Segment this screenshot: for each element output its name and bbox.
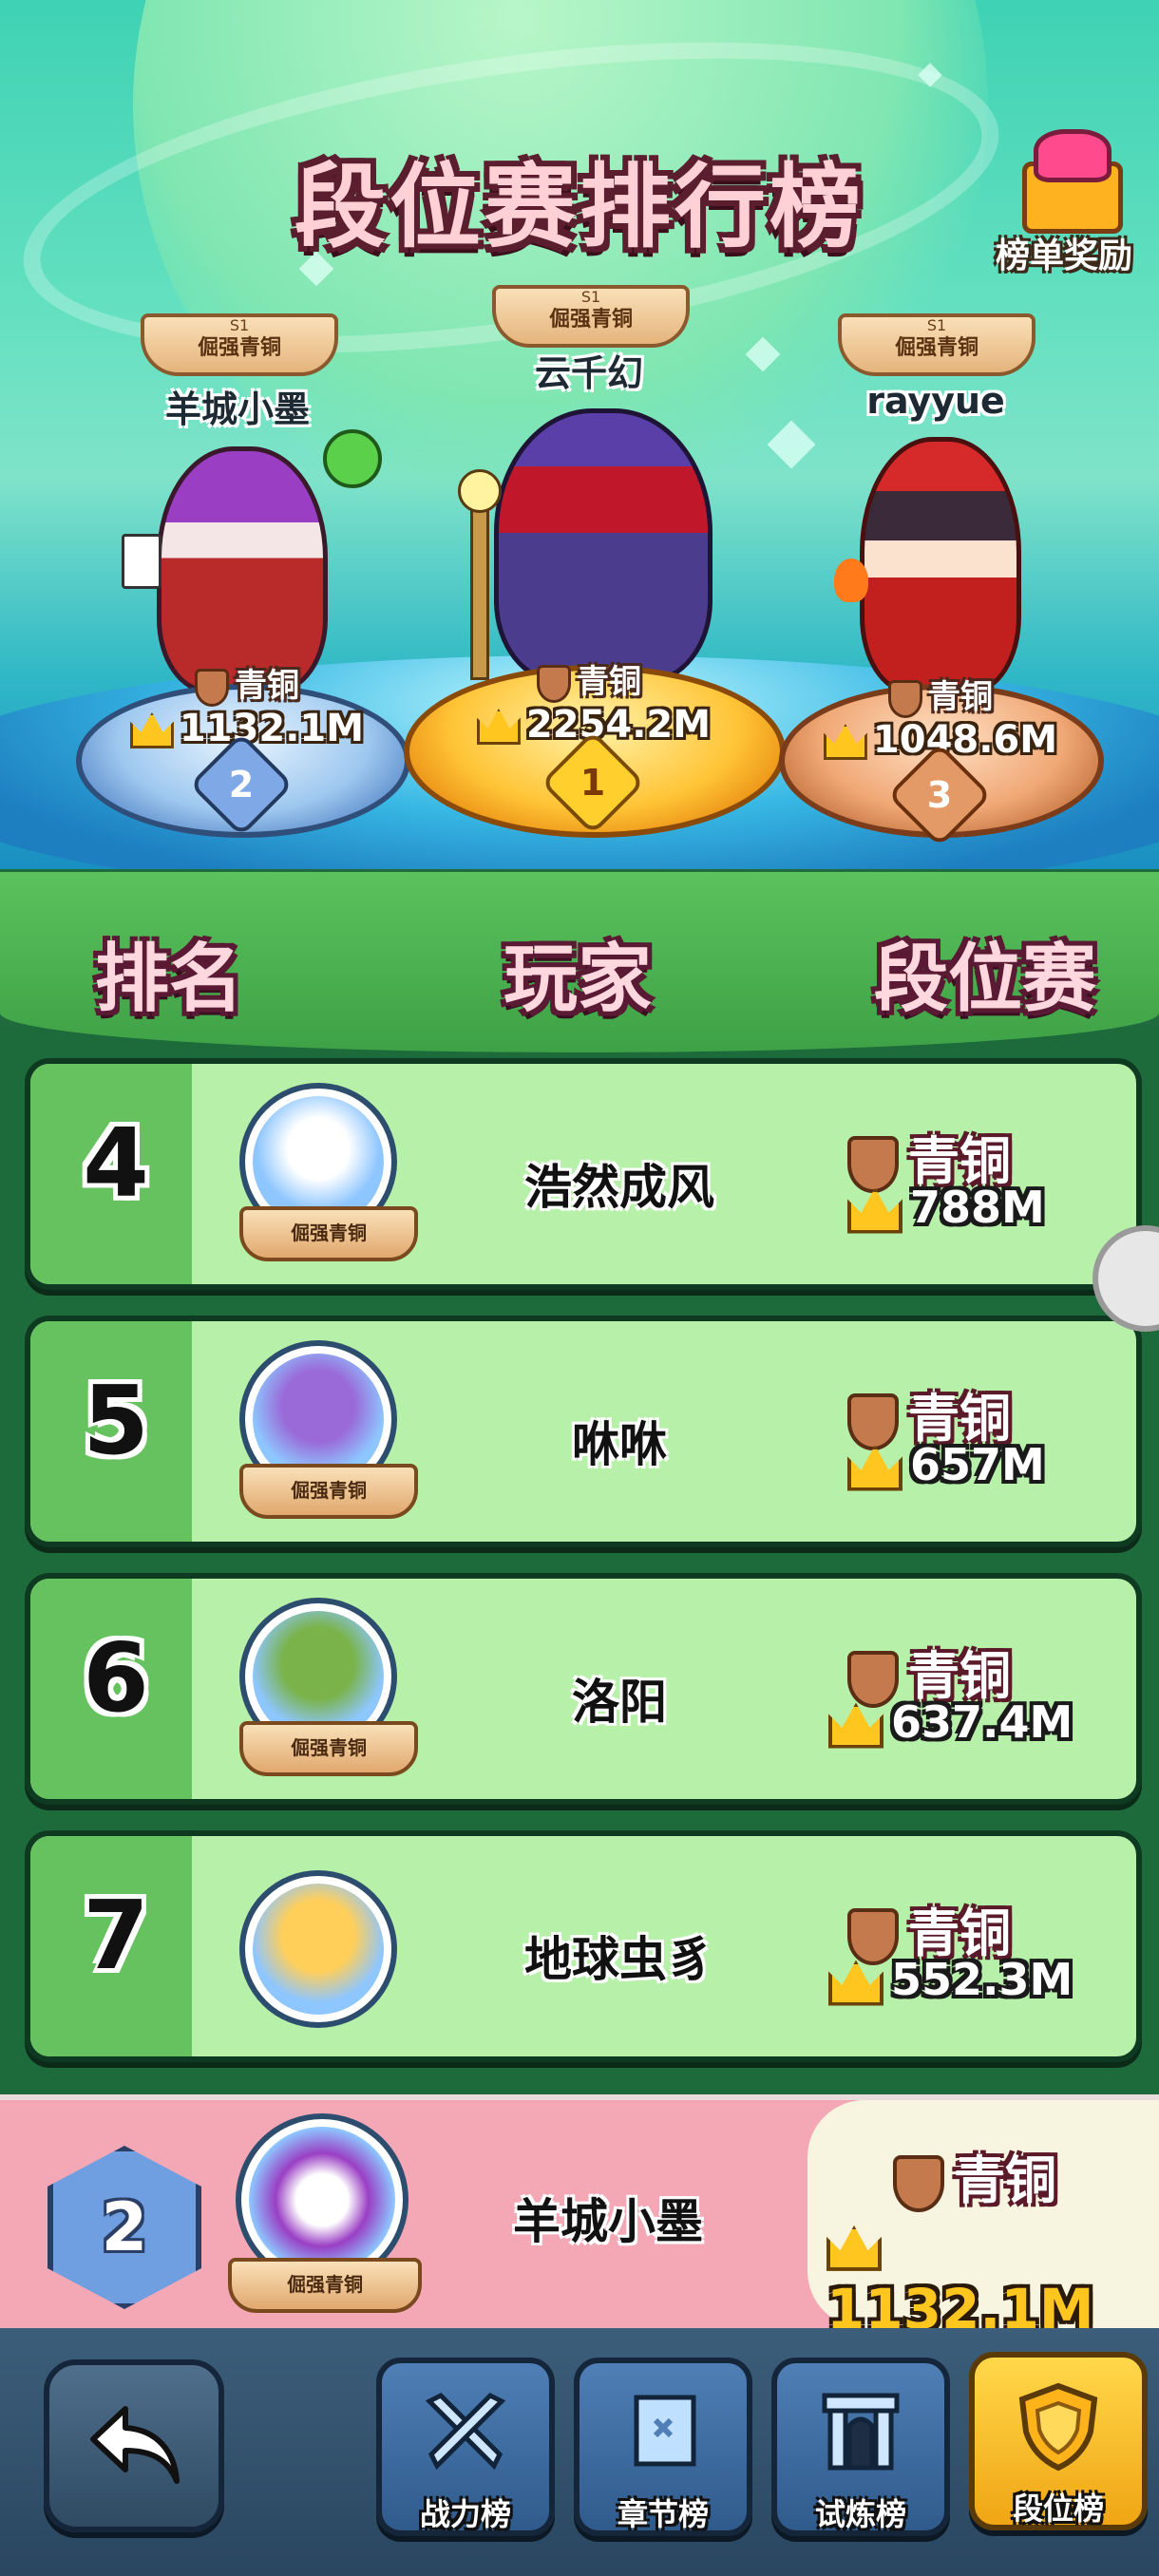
my-tier-badge: 倔强青铜: [228, 2258, 422, 2313]
tier-badge: 倔强青铜: [239, 1721, 418, 1776]
power-crown-icon: [828, 1960, 884, 2006]
back-button[interactable]: [44, 2359, 224, 2532]
tier-badge: 倔强青铜: [239, 1206, 418, 1261]
tier-title: 倔强青铜: [548, 308, 633, 331]
row-player-name: 咻咻: [572, 1417, 667, 1472]
column-header: 排名 玩家 段位赛: [0, 872, 1159, 1052]
power-crown-icon: [826, 2225, 882, 2271]
rank-reward-button[interactable]: [1005, 123, 1129, 234]
power-crown-icon: [129, 712, 174, 748]
friend-added-icon: [323, 429, 382, 488]
scroll-map-icon: [634, 2395, 696, 2467]
table-row[interactable]: 4 倔强青铜 浩然成风 青铜 788M: [25, 1058, 1142, 1290]
table-row[interactable]: 7 地球虫豸 青铜 552.3M: [25, 1830, 1142, 2062]
podium-2-name: 羊城小墨: [164, 388, 310, 430]
podium-1-tier: 青铜: [504, 655, 674, 703]
my-tier: 青铜: [893, 2138, 1159, 2213]
back-arrow-icon: [90, 2406, 180, 2484]
podium-3-tier: 青铜: [855, 671, 1026, 718]
season-label: S1: [926, 316, 947, 334]
bronze-shield-icon: [888, 679, 922, 718]
tab-label: 战力榜: [419, 2496, 511, 2532]
shield-icon: [1018, 2382, 1098, 2472]
bronze-shield-icon: [893, 2155, 944, 2213]
tab-chapter-ranking[interactable]: 章节榜: [574, 2358, 752, 2536]
power-crown-icon: [476, 709, 521, 745]
power-crown-icon: [823, 724, 867, 760]
season-label: S1: [580, 288, 601, 306]
tab-label: 章节榜: [617, 2496, 709, 2532]
podium-3-tier-banner: S1 倔强青铜: [838, 313, 1036, 376]
staff-orb-icon: [458, 469, 502, 513]
row-power: 637.4M: [828, 1696, 1113, 1749]
gate-icon: [822, 2393, 900, 2471]
row-player-name: 浩然成风: [524, 1160, 714, 1215]
tier-title: 倔强青铜: [197, 336, 281, 360]
column-tier: 段位赛: [874, 937, 1097, 1022]
podium-2-character[interactable]: [157, 446, 328, 693]
row-power: 788M: [847, 1182, 1132, 1234]
tab-tier-ranking[interactable]: 段位榜: [969, 2352, 1148, 2530]
row-rank: 7: [83, 1880, 149, 1991]
my-rank-badge: 2: [48, 2146, 201, 2309]
tab-label: 试炼榜: [814, 2496, 906, 2532]
podium-area: 段位赛排行榜 榜单奖励 S1 倔强青铜 羊城小墨 青铜 1132.1M 2 S1…: [0, 0, 1159, 869]
column-player: 玩家: [504, 937, 653, 1022]
row-rank: 4: [83, 1108, 149, 1219]
podium-3-name: rayyue: [866, 380, 1005, 422]
my-power: 1132.1M: [826, 2212, 1150, 2328]
season-label: S1: [229, 316, 250, 334]
power-crown-icon: [847, 1187, 902, 1234]
tier-badge: 倔强青铜: [239, 1464, 418, 1519]
row-player-name: 地球虫豸: [524, 1932, 714, 1987]
crossed-swords-icon: [425, 2392, 506, 2471]
my-player-name: 羊城小墨: [513, 2194, 703, 2249]
podium-1-tier-banner: S1 倔强青铜: [492, 285, 690, 348]
row-power: 657M: [847, 1439, 1132, 1491]
podium-2-tier: 青铜: [162, 659, 332, 707]
power-crown-icon: [847, 1445, 902, 1491]
tab-label: 段位榜: [1012, 2491, 1104, 2527]
gift-bow-icon: [1034, 129, 1112, 182]
podium-2-tier-banner: S1 倔强青铜: [141, 313, 338, 376]
table-row[interactable]: 5 倔强青铜 咻咻 青铜 657M: [25, 1316, 1142, 1547]
tier-title: 倔强青铜: [894, 336, 978, 360]
my-rank-row[interactable]: 2 倔强青铜 羊城小墨 青铜 1132.1M: [0, 2094, 1159, 2334]
row-power: 552.3M: [828, 1954, 1113, 2006]
avatar[interactable]: [239, 1870, 397, 2028]
bronze-shield-icon: [195, 668, 229, 707]
card-icon: [122, 534, 162, 589]
column-rank: 排名: [95, 937, 244, 1022]
row-player-name: 洛阳: [572, 1675, 667, 1730]
rank-reward-label[interactable]: 榜单奖励: [969, 228, 1159, 277]
podium-1-name: 云千幻: [534, 352, 643, 394]
podium-3-character[interactable]: [860, 437, 1021, 693]
tab-power-ranking[interactable]: 战力榜: [376, 2358, 555, 2536]
tab-trial-ranking[interactable]: 试炼榜: [771, 2358, 950, 2536]
bronze-shield-icon: [537, 664, 571, 703]
power-crown-icon: [828, 1702, 884, 1749]
flame-icon: [834, 559, 868, 602]
podium-1-character[interactable]: [494, 408, 712, 684]
row-rank: 6: [83, 1622, 149, 1733]
table-row[interactable]: 6 倔强青铜 洛阳 青铜 637.4M: [25, 1573, 1142, 1805]
row-rank: 5: [83, 1365, 149, 1476]
